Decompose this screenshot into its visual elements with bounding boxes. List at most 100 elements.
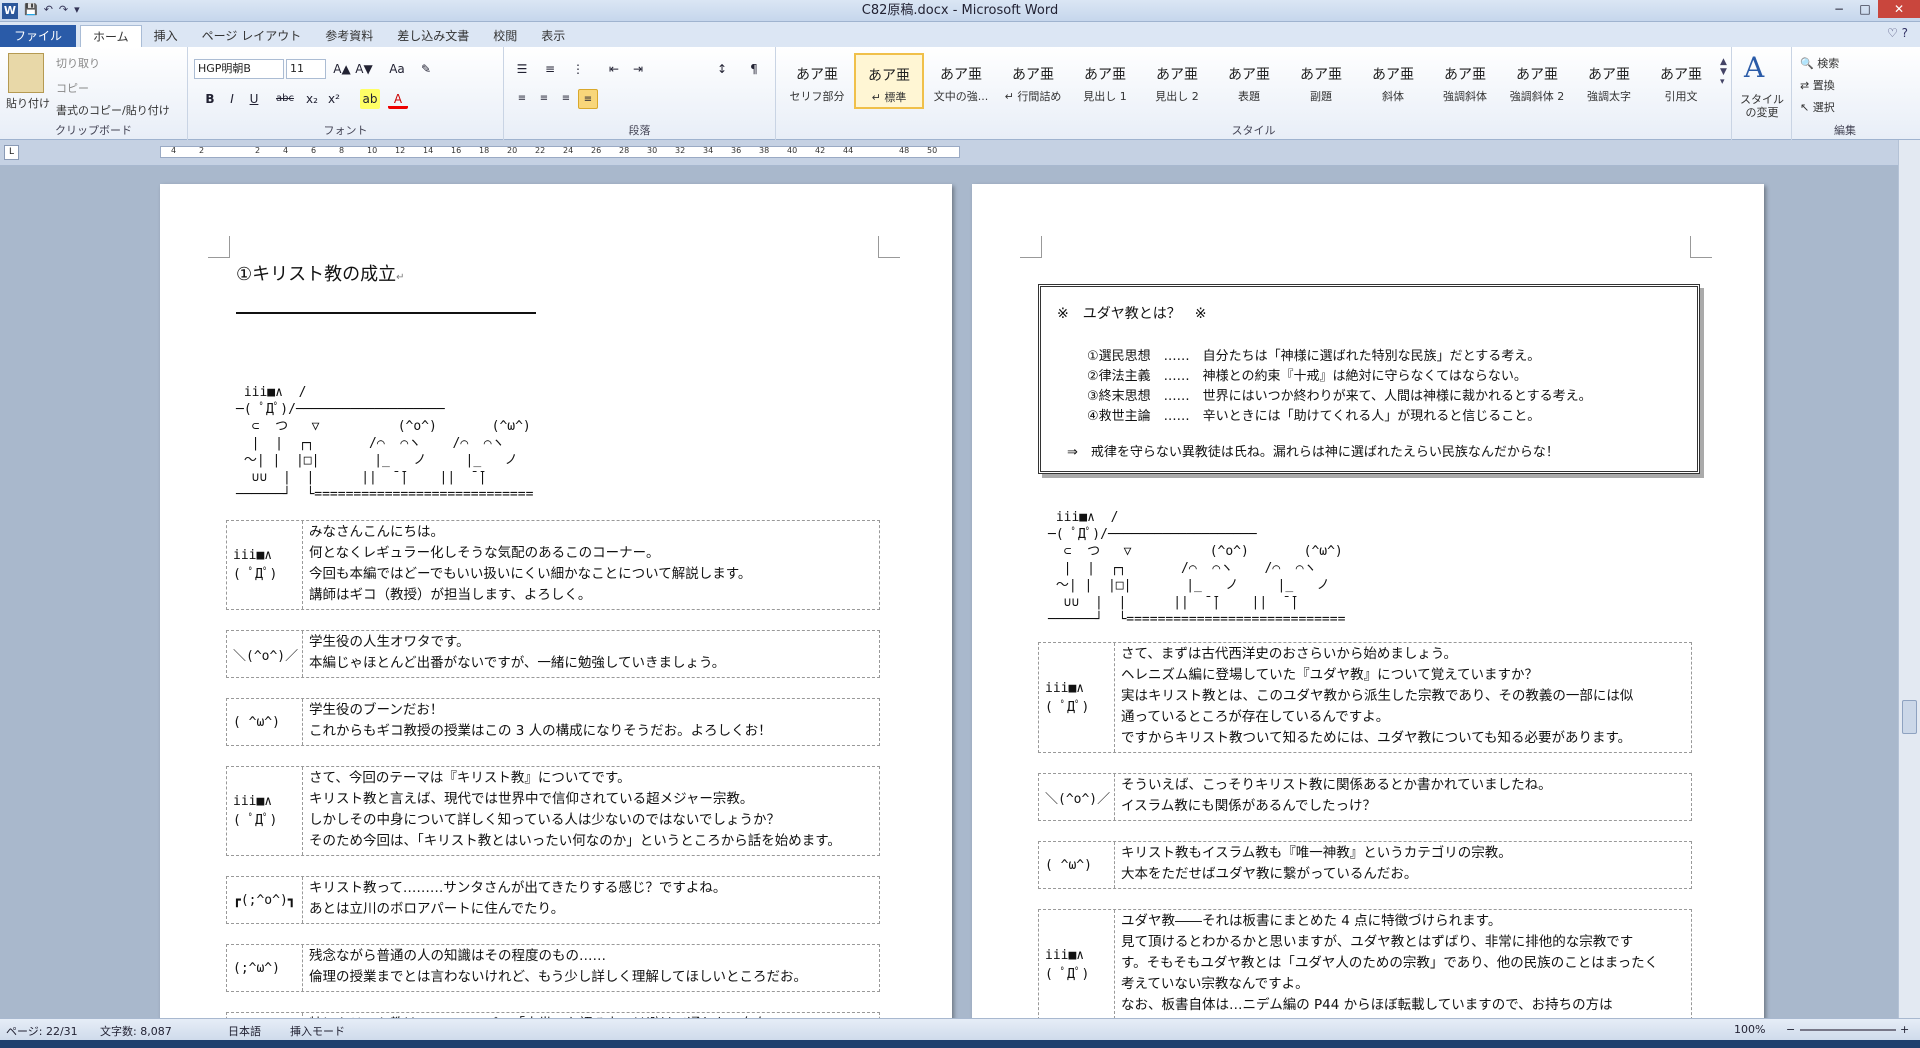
scroll-thumb[interactable] (1902, 700, 1917, 734)
language-indicator[interactable]: 日本語 (228, 1023, 261, 1039)
dialog-line: そのため今回は、「キリスト教とはいったい何なのか」というところから話を始めます。 (309, 833, 841, 849)
word-count[interactable]: 文字数: 8,087 (100, 1023, 172, 1039)
horizontal-ruler[interactable]: L 4 2 2 4 6 8 10 12 14 16 18 20 22 24 26 28 30 32 34 36 38 40… (0, 140, 1920, 166)
bold-icon[interactable]: B (200, 89, 220, 109)
copy-button[interactable]: コピー (56, 80, 89, 96)
ruler-tick-label: 32 (675, 146, 686, 155)
zoom-in-button[interactable]: + (1900, 1023, 1909, 1036)
tab-selector-icon[interactable]: L (4, 145, 19, 160)
tab-home[interactable]: ホーム (80, 25, 142, 47)
underline-icon[interactable]: U (244, 89, 264, 109)
tab-file[interactable]: ファイル (0, 25, 77, 47)
strikethrough-icon[interactable]: abc (272, 89, 298, 109)
paste-icon[interactable] (8, 53, 44, 93)
ruler-bar[interactable]: 4 2 2 4 6 8 10 12 14 16 18 20 22 24 26 28 30 32 34 36 38 40 42… (160, 146, 960, 158)
ruler-tick-label: 48 (899, 146, 910, 155)
change-case-icon[interactable]: Aa (384, 59, 410, 79)
dialog-line: キリスト教と言えば、現代では世界中で信仰されている超メジャー宗教。 (309, 791, 754, 807)
font-group: HGP明朝B 11 A▲ A▼ Aa ✎ B I U abc x₂ x² ab … (188, 47, 504, 140)
justify-icon[interactable]: ≡ (578, 89, 598, 109)
ruler-tick-label: 18 (479, 146, 490, 155)
tab-page-layout[interactable]: ページ レイアウト (190, 25, 314, 47)
ruler-tick-label: 2 (255, 146, 261, 155)
close-button[interactable]: ✕ (1878, 0, 1920, 18)
tab-view[interactable]: 表示 (529, 25, 577, 47)
numbering-icon[interactable]: ≡ (540, 59, 560, 79)
style-item[interactable]: あア亜 ↵ 標準 (854, 53, 924, 109)
tab-review[interactable]: 校閲 (481, 25, 529, 47)
select-button[interactable]: ↖ 選択 (1800, 99, 1835, 115)
ruler-tick-label: 26 (591, 146, 602, 155)
minimize-button[interactable]: − (1826, 0, 1852, 18)
section-heading: ①キリスト教の成立↵ (236, 264, 405, 285)
style-item[interactable]: あア亜 ↵ 行間詰め (998, 53, 1068, 109)
style-item[interactable]: あア亜 斜体 (1358, 53, 1428, 109)
multilevel-list-icon[interactable]: ⋮ (568, 59, 588, 79)
font-color-icon[interactable]: A (388, 89, 408, 109)
align-right-icon[interactable]: ≡ (556, 89, 576, 109)
dialog-line: これからもギコ教授の授業はこの 3 人の構成になりそうだお。よろしくお！ (309, 723, 772, 739)
zoom-out-button[interactable]: − (1786, 1023, 1795, 1036)
zoom-level[interactable]: 100% (1734, 1023, 1765, 1036)
style-item[interactable]: あア亜 表題 (1214, 53, 1284, 109)
dialog-line: なお、板書自体は…ニデム編の P44 からほぼ転載していますので、お持ちの方は (1121, 997, 1613, 1013)
align-left-icon[interactable]: ≡ (512, 89, 532, 109)
page-count[interactable]: ページ: 22/31 (6, 1023, 78, 1039)
subscript-icon[interactable]: x₂ (302, 89, 322, 109)
decrease-indent-icon[interactable]: ⇤ (604, 59, 624, 79)
style-item[interactable]: あア亜 セリフ部分 (782, 53, 852, 109)
dialog-lines: 学生役のブーンだお！ これからもギコ教授の授業はこの 3 人の構成になりそうだお。… (309, 700, 772, 742)
tab-mailings[interactable]: 差し込み文書 (385, 25, 481, 47)
zoom-slider[interactable] (1800, 1029, 1896, 1031)
dialog-lines: そういえば、こっそりキリスト教に関係あるとか書かれていましたね。 イスラム教にも関… (1121, 775, 1552, 817)
style-item[interactable]: あア亜 引用文 (1646, 53, 1716, 109)
align-center-icon[interactable]: ≡ (534, 89, 554, 109)
dialog-line: 学生役の人生オワタです。 (309, 634, 470, 650)
style-scroll-icon[interactable]: ▲ ▼ ▾ (1720, 57, 1727, 87)
show-marks-icon[interactable]: ¶ (744, 59, 764, 79)
change-styles-button[interactable]: スタイルの変更 (1736, 93, 1788, 119)
style-item[interactable]: あア亜 強調斜体 2 (1502, 53, 1572, 109)
maximize-button[interactable]: □ (1852, 0, 1878, 18)
clear-format-icon[interactable]: ✎ (416, 59, 436, 79)
increase-indent-icon[interactable]: ⇥ (628, 59, 648, 79)
replace-button[interactable]: ⇄ 置換 (1800, 77, 1835, 93)
insert-mode-indicator[interactable]: 挿入モード (290, 1023, 345, 1039)
font-name-combo[interactable]: HGP明朝B (194, 59, 284, 79)
editing-group: 🔍 検索 ⇄ 置換 ↖ 選択 編集 (1792, 47, 1898, 140)
shrink-font-icon[interactable]: A▼ (354, 59, 374, 79)
dialog-box: ( ^ω^) キリスト教もイスラム教も『唯一神教』というカテゴリの宗教。 大本をただ… (1038, 841, 1692, 889)
highlight-icon[interactable]: ab (360, 89, 380, 109)
font-size-combo[interactable]: 11 (286, 59, 326, 79)
style-item[interactable]: あア亜 強調斜体 (1430, 53, 1500, 109)
style-item[interactable]: あア亜 副題 (1286, 53, 1356, 109)
dialog-line: イスラム教にも関係があるんでしたっけ？ (1121, 798, 1377, 814)
page-left[interactable]: ①キリスト教の成立↵ iii■∧ / ─( ﾟДﾟ)/─────────────… (160, 184, 952, 1018)
dialog-line: 残念ながら普通の人の知識はその程度のもの…… (309, 948, 606, 964)
help-icon[interactable]: ♡ ? (1887, 26, 1908, 40)
dialog-lines: さて、まずは古代西洋史のおさらいから始めましょう。 ヘレニズム編に登場していた『ユ… (1121, 644, 1633, 749)
grow-font-icon[interactable]: A▲ (332, 59, 352, 79)
style-item[interactable]: あア亜 見出し 1 (1070, 53, 1140, 109)
speaker-ascii-face: (;^ω^) (227, 945, 303, 991)
paste-button[interactable]: 貼り付け (6, 95, 50, 111)
italic-icon[interactable]: I (222, 89, 242, 109)
style-item[interactable]: あア亜 文中の強... (926, 53, 996, 109)
superscript-icon[interactable]: x² (324, 89, 344, 109)
find-button[interactable]: 🔍 検索 (1800, 55, 1839, 71)
tab-references[interactable]: 参考資料 (313, 25, 385, 47)
style-item[interactable]: あア亜 強調太字 (1574, 53, 1644, 109)
style-preview: あア亜 (1660, 67, 1702, 83)
style-item[interactable]: あア亜 見出し 2 (1142, 53, 1212, 109)
page-right[interactable]: ※ ユダヤ教とは？ ※ ①選民思想 …… 自分たちは「神様に選ばれた特別な民族」… (972, 184, 1764, 1018)
dialog-box: ＼(^o^)／ 学生役の人生オワタです。 本編じゃほとんど出番がないですが、一緒に勉… (226, 630, 880, 678)
speaker-ascii-face: ( ^ω^) (227, 699, 303, 745)
tab-insert[interactable]: 挿入 (142, 25, 190, 47)
vertical-scrollbar[interactable] (1898, 140, 1920, 1018)
bullets-icon[interactable]: ☰ (512, 59, 532, 79)
cut-button[interactable]: 切り取り (56, 55, 100, 71)
format-painter-button[interactable]: 書式のコピー/貼り付け (56, 102, 170, 118)
speaker-ascii-face: ( ^ω^) (1039, 842, 1115, 888)
change-styles-icon[interactable]: A (1744, 51, 1764, 84)
sort-icon[interactable]: ↕ (712, 59, 732, 79)
